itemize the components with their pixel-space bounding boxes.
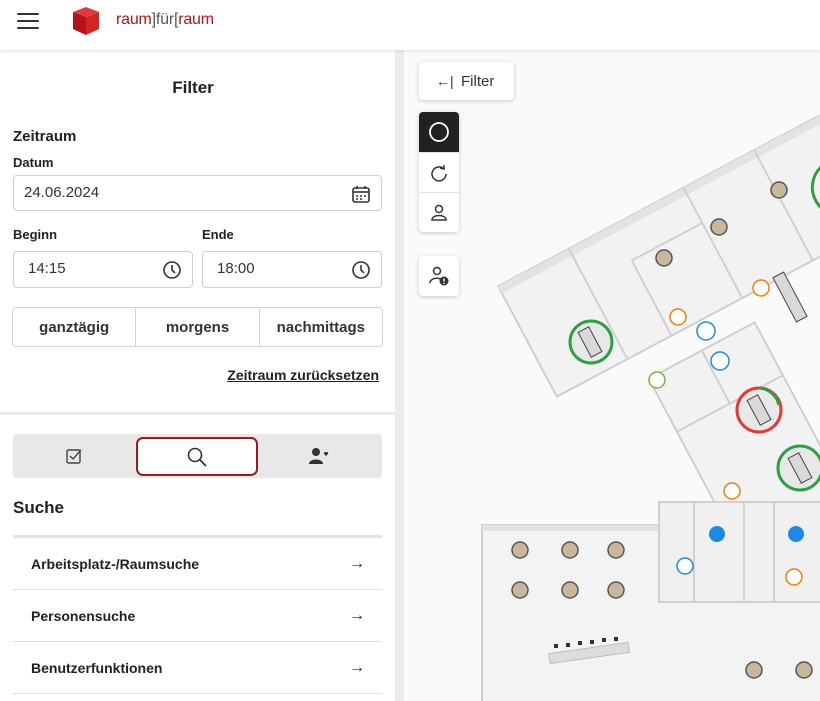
datum-input[interactable]: [24, 184, 144, 201]
refresh-icon: [431, 164, 447, 182]
suche-list: Arbeitsplatz-/Raumsuche → Personensuche …: [13, 535, 382, 694]
show-persons-tool[interactable]: [419, 192, 459, 232]
beginn-label: Beginn: [13, 227, 58, 242]
mode-tabs: [13, 434, 382, 478]
zeitraum-presets: ganztägig morgens nachmittags: [12, 307, 383, 347]
zeitraum-title: Zeitraum: [13, 128, 77, 145]
arrow-right-icon: →: [349, 555, 365, 572]
person-info-tool[interactable]: [419, 256, 459, 296]
preset-morgens-button[interactable]: morgens: [135, 308, 259, 346]
select-area-tool[interactable]: [419, 112, 459, 152]
calendar-icon[interactable]: [351, 184, 371, 204]
search-icon: [187, 447, 207, 467]
reset-view-tool[interactable]: [419, 152, 459, 192]
checkbox-icon: [66, 449, 82, 464]
suche-title: Suche: [13, 498, 65, 517]
clock-icon[interactable]: [162, 260, 182, 280]
logo-cube-icon: [73, 7, 99, 35]
arrow-right-icon: →: [349, 659, 365, 676]
ende-field[interactable]: [202, 251, 382, 288]
tab-search[interactable]: [136, 437, 258, 476]
menu-icon[interactable]: [17, 13, 39, 31]
datum-field[interactable]: [13, 175, 382, 211]
preset-ganztaegig-button[interactable]: ganztägig: [13, 308, 136, 346]
beginn-field[interactable]: [13, 251, 193, 288]
beginn-input[interactable]: [28, 260, 148, 277]
tab-favorites[interactable]: [258, 434, 380, 478]
list-item-raumsuche[interactable]: Arbeitsplatz-/Raumsuche →: [13, 538, 382, 590]
list-item-personensuche[interactable]: Personensuche →: [13, 590, 382, 642]
datum-label: Datum: [13, 155, 54, 170]
tab-checklist[interactable]: [13, 434, 135, 478]
collapse-left-icon: ←|: [436, 73, 454, 89]
panel-divider[interactable]: [395, 50, 404, 701]
list-item-benutzerfunktionen[interactable]: Benutzerfunktionen →: [13, 642, 382, 694]
section-divider: [0, 412, 395, 415]
zeitraum-reset-link[interactable]: Zeitraum zurücksetzen: [227, 367, 379, 383]
arrow-right-icon: →: [349, 607, 365, 624]
preset-nachmittags-button[interactable]: nachmittags: [258, 308, 382, 346]
filter-title: Filter: [172, 78, 214, 97]
ende-input[interactable]: [217, 260, 337, 277]
clock-icon[interactable]: [351, 260, 371, 280]
ende-label: Ende: [202, 227, 234, 242]
map-filter-button[interactable]: ←| Filter: [419, 62, 514, 100]
circle-icon: [429, 122, 449, 142]
person-icon: [431, 204, 447, 221]
brand-logo[interactable]: raum]für[raum: [116, 11, 214, 29]
person-alert-icon: [429, 266, 449, 286]
person-heart-icon: [309, 448, 329, 464]
floor-map[interactable]: ←| Filter: [404, 50, 820, 701]
floorplan-drawing: [481, 87, 820, 701]
map-toolbar: [419, 112, 459, 232]
top-bar: raum]für[raum: [0, 0, 820, 50]
